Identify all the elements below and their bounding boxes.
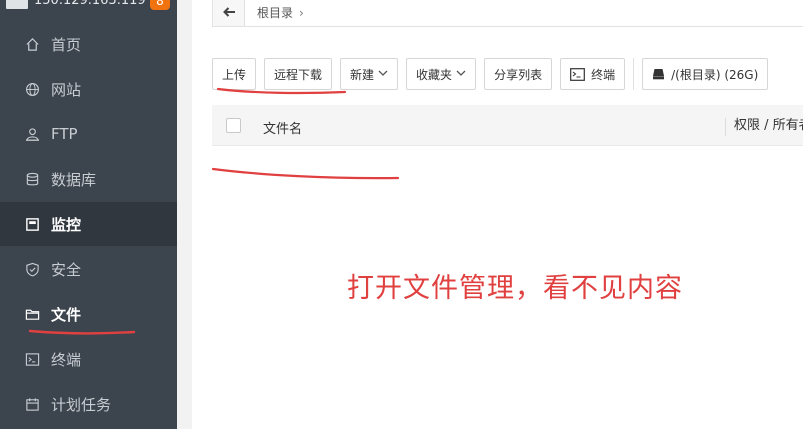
sidebar-item-label: 安全	[51, 260, 82, 279]
terminal-button[interactable]: 终端	[560, 58, 626, 90]
ftp-icon	[24, 126, 40, 142]
column-filename[interactable]: 文件名	[263, 118, 302, 137]
notification-badge[interactable]: 8	[150, 0, 170, 10]
sidebar-item-label: 计划任务	[51, 395, 112, 414]
terminal-icon	[24, 351, 40, 367]
file-manager: 根目录 › 上传 远程下载 新建 收藏夹 分享列表 终端 /(根目录) (26G…	[192, 0, 803, 429]
favorites-button[interactable]: 收藏夹	[406, 58, 477, 90]
path-bar: 根目录 ›	[212, 0, 803, 27]
shield-icon	[24, 261, 40, 277]
upload-button[interactable]: 上传	[212, 58, 257, 90]
sidebar-item-label: FTP	[51, 125, 78, 143]
back-button[interactable]	[213, 0, 245, 26]
terminal-label: 终端	[591, 67, 616, 82]
disk-button[interactable]: /(根目录) (26G)	[642, 58, 769, 90]
sidebar-item-label: 数据库	[51, 170, 97, 189]
favorites-label: 收藏夹	[416, 67, 453, 82]
server-header: 150.129.163.119 8	[0, 0, 177, 14]
sidebar-item-files[interactable]: 文件	[0, 292, 177, 336]
database-icon	[24, 171, 40, 187]
file-table-header: 文件名 权限 / 所有者	[212, 105, 803, 146]
breadcrumb-root[interactable]: 根目录	[257, 4, 293, 21]
server-ip: 150.129.163.119	[34, 0, 146, 8]
arrow-left-icon	[222, 3, 236, 22]
disk-label: /(根目录) (26G)	[671, 67, 759, 82]
chevron-down-icon	[456, 69, 466, 80]
sidebar-item-monitor[interactable]: 监控	[0, 202, 177, 246]
sidebar-item-label: 终端	[51, 350, 82, 369]
sidebar-item-database[interactable]: 数据库	[0, 157, 177, 201]
sidebar-item-terminal[interactable]: 终端	[0, 337, 177, 381]
share-list-label: 分享列表	[494, 67, 543, 82]
upload-label: 上传	[222, 67, 247, 82]
sidebar-item-ftp[interactable]: FTP	[0, 112, 177, 156]
column-permission-owner[interactable]: 权限 / 所有者	[725, 118, 803, 136]
chevron-down-icon	[378, 69, 388, 80]
layout-gutter	[177, 0, 192, 429]
app-window: 150.129.163.119 8 首页 网站 FTP 数据库 监控 安全 文件…	[0, 0, 803, 429]
sidebar-item-label: 监控	[51, 215, 82, 234]
select-all-checkbox[interactable]	[226, 118, 241, 133]
sidebar-item-cron[interactable]: 计划任务	[0, 382, 177, 426]
sidebar-item-website[interactable]: 网站	[0, 67, 177, 111]
sidebar-item-label: 文件	[51, 305, 82, 324]
globe-icon	[24, 81, 40, 97]
annotation-text: 打开文件管理，看不见内容	[347, 273, 683, 304]
home-icon	[24, 36, 40, 52]
new-label: 新建	[350, 67, 375, 82]
folder-icon	[24, 306, 40, 322]
sidebar-item-label: 首页	[51, 35, 82, 54]
disk-icon	[652, 68, 665, 80]
chevron-right-icon: ›	[299, 5, 304, 20]
remote-download-label: 远程下载	[274, 67, 323, 82]
toolbar-divider	[633, 58, 635, 90]
sidebar-item-security[interactable]: 安全	[0, 247, 177, 291]
share-list-button[interactable]: 分享列表	[484, 58, 553, 90]
monitor-icon	[24, 216, 40, 232]
sidebar-item-label: 网站	[51, 80, 82, 99]
remote-download-button[interactable]: 远程下载	[264, 58, 333, 90]
calendar-icon	[24, 396, 40, 412]
new-button[interactable]: 新建	[340, 58, 399, 90]
sidebar: 150.129.163.119 8 首页 网站 FTP 数据库 监控 安全 文件…	[0, 0, 177, 429]
file-toolbar: 上传 远程下载 新建 收藏夹 分享列表 终端 /(根目录) (26G)	[212, 58, 776, 90]
sidebar-item-home[interactable]: 首页	[0, 22, 177, 66]
terminal-icon	[570, 67, 585, 81]
server-icon	[6, 0, 28, 9]
